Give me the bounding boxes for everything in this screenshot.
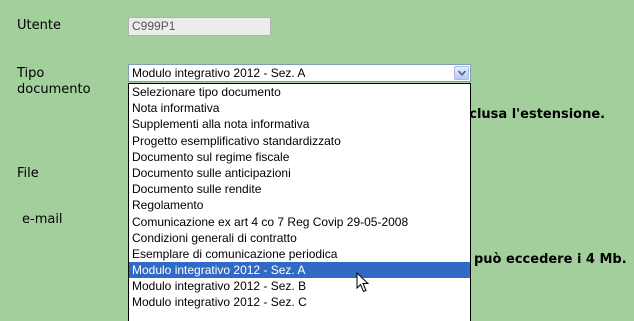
doc-type-label-line1: Tipo bbox=[17, 66, 45, 81]
dropdown-option[interactable]: Comunicazione ex art 4 co 7 Reg Covip 29… bbox=[129, 214, 470, 230]
dropdown-option[interactable]: Supplementi alla nota informativa bbox=[129, 116, 470, 132]
dropdown-option[interactable]: Documento sul regime fiscale bbox=[129, 149, 470, 165]
dropdown-option[interactable]: Condizioni generali di contratto bbox=[129, 230, 470, 246]
doc-type-selected-value: Modulo integrativo 2012 - Sez. A bbox=[132, 66, 306, 80]
dropdown-arrow-button[interactable] bbox=[454, 66, 469, 80]
dropdown-option[interactable]: Nota informativa bbox=[129, 100, 470, 116]
extension-note: nclusa l'estensione. bbox=[460, 107, 606, 122]
dropdown-option[interactable]: Progetto esemplificativo standardizzato bbox=[129, 133, 470, 149]
dropdown-option[interactable]: Selezionare tipo documento bbox=[129, 84, 470, 100]
doc-type-dropdown-list[interactable]: Selezionare tipo documento Nota informati… bbox=[128, 83, 471, 321]
dropdown-option[interactable]: Modulo integrativo 2012 - Sez. B bbox=[129, 278, 470, 294]
file-label: File bbox=[17, 166, 39, 181]
dropdown-option[interactable]: Regolamento bbox=[129, 197, 470, 213]
dropdown-option[interactable]: Esemplare di comunicazione periodica bbox=[129, 246, 470, 262]
dropdown-option[interactable]: Modulo integrativo 2012 - Sez. A bbox=[129, 262, 470, 279]
user-field[interactable]: C999P1 bbox=[128, 17, 271, 36]
mouse-pointer-icon bbox=[356, 272, 370, 293]
doc-type-select[interactable]: Modulo integrativo 2012 - Sez. A bbox=[128, 64, 471, 82]
dropdown-option[interactable]: Modulo integrativo 2012 - Sez. C bbox=[129, 294, 470, 310]
dropdown-option[interactable]: Documento sulle rendite bbox=[129, 181, 470, 197]
dropdown-option[interactable]: Documento sulle anticipazioni bbox=[129, 165, 470, 181]
user-label: Utente bbox=[17, 18, 61, 33]
chevron-down-icon bbox=[458, 70, 466, 76]
email-label: e-mail bbox=[22, 212, 63, 227]
size-limit-note: può eccedere i 4 Mb. bbox=[474, 252, 627, 267]
doc-type-label-line2: documento bbox=[17, 82, 91, 97]
